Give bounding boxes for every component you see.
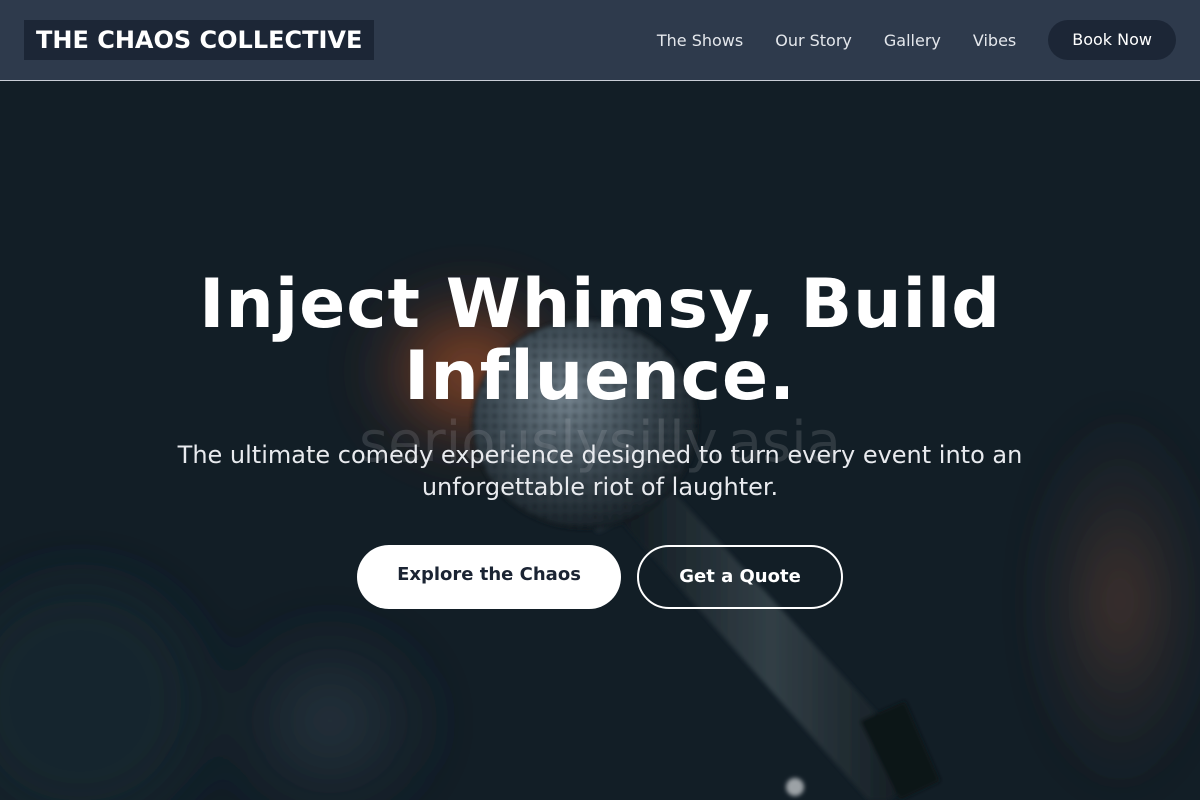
brand-logo[interactable]: THE CHAOS COLLECTIVE — [24, 20, 375, 60]
book-now-button[interactable]: Book Now — [1048, 20, 1176, 60]
main-nav: The Shows Our Story Gallery Vibes Book N… — [657, 20, 1176, 60]
explore-the-chaos-button[interactable]: Explore the Chaos — [357, 545, 621, 609]
nav-link-gallery[interactable]: Gallery — [884, 31, 941, 50]
nav-link-shows[interactable]: The Shows — [657, 31, 743, 50]
get-a-quote-button[interactable]: Get a Quote — [637, 545, 843, 609]
hero-subheadline: The ultimate comedy experience designed … — [177, 441, 1023, 501]
site-header: THE CHAOS COLLECTIVE The Shows Our Story… — [0, 0, 1200, 81]
nav-link-our-story[interactable]: Our Story — [775, 31, 852, 50]
hero-section: seriouslysilly.asia Inject Whimsy, Build… — [0, 81, 1200, 800]
hero-headline: Inject Whimsy, Build Influence. — [199, 265, 1001, 416]
nav-link-vibes[interactable]: Vibes — [973, 31, 1016, 50]
